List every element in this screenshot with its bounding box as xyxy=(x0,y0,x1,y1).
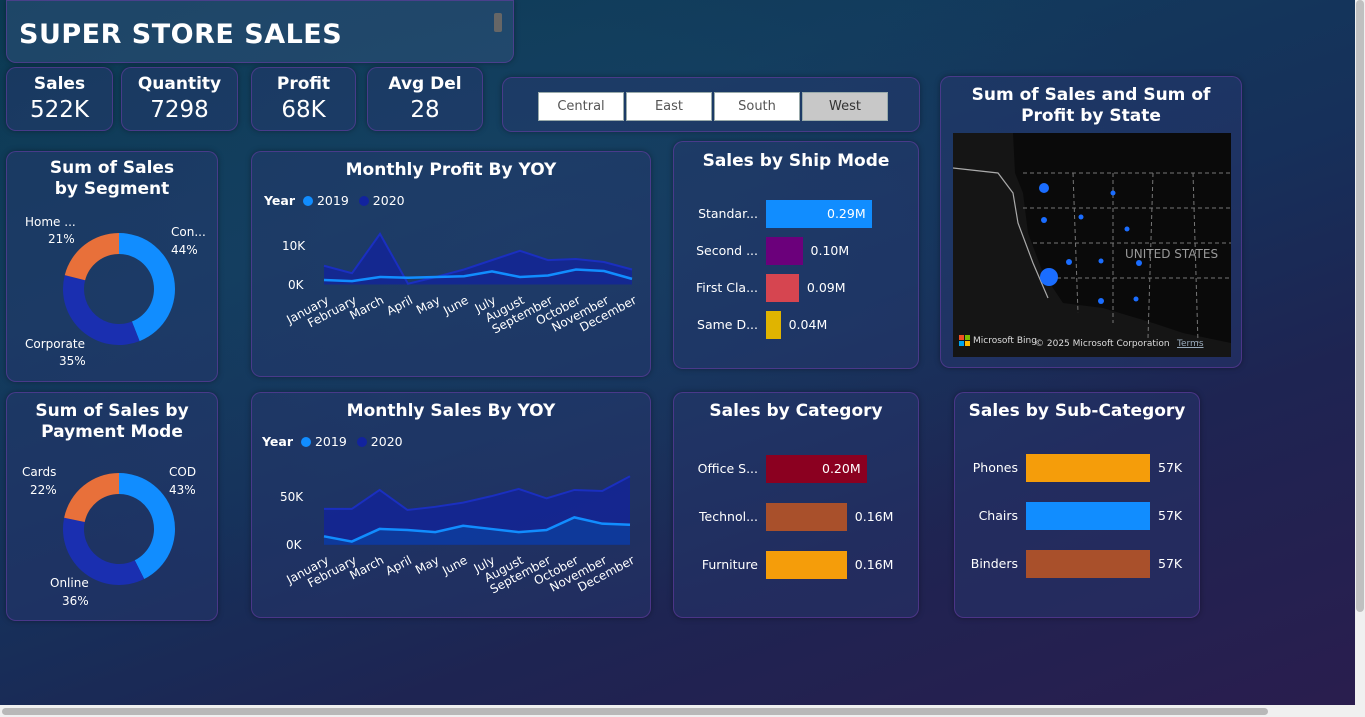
monthly-profit-card: Monthly Profit By YOY Year 2019 2020 10K… xyxy=(251,151,651,377)
bar[interactable] xyxy=(766,551,847,579)
bar-value-label: 0.29M xyxy=(827,206,866,221)
kpi-avg-del-label: Avg Del xyxy=(388,74,462,94)
bar-category-label: Technol... xyxy=(699,509,758,524)
segment-slice-1[interactable] xyxy=(62,275,140,345)
subcategory-title: Sales by Sub-Category xyxy=(968,401,1186,421)
map-bubble[interactable] xyxy=(1124,226,1130,232)
payment-label-online: Online xyxy=(50,576,89,590)
bar-category-label: Phones xyxy=(972,460,1018,475)
microsoft-logo-icon xyxy=(959,335,970,346)
map-copyright: © 2025 Microsoft Corporation xyxy=(1035,339,1170,349)
bar-value-label: 0.16M xyxy=(854,509,894,524)
bar[interactable] xyxy=(766,237,803,265)
payment-label-cod: COD xyxy=(169,465,197,479)
kpi-quantity-card: Quantity 7298 xyxy=(121,67,238,131)
segment-pct-corporate: 35% xyxy=(59,354,86,368)
vertical-scrollbar[interactable] xyxy=(1355,0,1365,717)
payment-donut-svg xyxy=(63,473,176,585)
bar-value-label: 57K xyxy=(1158,508,1183,523)
header-scroll-indicator[interactable] xyxy=(494,13,502,32)
bing-attribution: Microsoft Bing xyxy=(973,335,1037,346)
kpi-quantity-value: 7298 xyxy=(150,97,209,123)
map-title: Sum of Sales and Sum of Profit by State xyxy=(971,85,1211,126)
map-bubble[interactable] xyxy=(1098,258,1104,264)
bar-category-label: Same D... xyxy=(697,317,758,332)
profit-plot xyxy=(323,232,633,285)
kpi-sales-label: Sales xyxy=(33,74,86,94)
bar[interactable] xyxy=(1026,454,1150,482)
bar-value-label: 0.04M xyxy=(788,317,828,332)
map-terms-link[interactable]: Terms xyxy=(1177,339,1204,349)
vertical-scroll-thumb[interactable] xyxy=(1356,0,1364,612)
segment-label-home: Home ... xyxy=(25,215,76,229)
segment-label-consumer: Con... xyxy=(171,225,206,239)
kpi-profit-value: 68K xyxy=(281,97,326,123)
kpi-sales-card: Sales 522K xyxy=(6,67,113,131)
map-card: Sum of Sales and Sum of Profit by State … xyxy=(940,76,1242,368)
category-title: Sales by Category xyxy=(709,401,883,421)
kpi-profit-card: Profit 68K xyxy=(251,67,356,131)
map-bubble[interactable] xyxy=(1110,190,1116,196)
kpi-sales-value: 522K xyxy=(30,97,89,123)
bar[interactable] xyxy=(1026,550,1150,578)
payment-slice-1[interactable] xyxy=(63,517,145,585)
slicer-south[interactable]: South xyxy=(714,92,800,121)
bar-category-label: Furniture xyxy=(701,557,758,572)
bar-value-label: 0.20M xyxy=(822,461,861,476)
kpi-avg-del-value: 28 xyxy=(410,97,440,123)
bar-value-label: 0.16M xyxy=(854,557,894,572)
bar-category-label: Binders xyxy=(970,556,1018,571)
payment-pct-online: 36% xyxy=(62,594,89,608)
bar[interactable] xyxy=(766,503,847,531)
map-bubble[interactable] xyxy=(1040,268,1058,286)
ship-mode-card: Sales by Ship Mode Standar... 0.29M Second… xyxy=(673,141,919,369)
bar[interactable] xyxy=(1026,502,1150,530)
bar[interactable] xyxy=(766,311,781,339)
horizontal-scrollbar[interactable] xyxy=(0,705,1355,717)
bing-logo: Microsoft Bing xyxy=(959,335,1037,346)
payment-label-cards: Cards xyxy=(22,465,57,479)
bar[interactable] xyxy=(766,274,799,302)
segment-donut-card: Sum of Sales by Segment Home ... 21% Con… xyxy=(6,151,218,382)
bar-category-label: Office S... xyxy=(697,461,758,476)
page-title: SUPER STORE SALES xyxy=(19,19,343,50)
map-bubble[interactable] xyxy=(1078,214,1084,220)
bar-category-label: Chairs xyxy=(978,508,1018,523)
bar-value-label: 57K xyxy=(1158,460,1183,475)
segment-label-corporate: Corporate xyxy=(25,337,85,351)
slicer-central[interactable]: Central xyxy=(538,92,624,121)
map-bubble[interactable] xyxy=(1098,298,1104,304)
kpi-avg-del-card: Avg Del 28 xyxy=(367,67,483,131)
map-svg xyxy=(953,133,1231,357)
payment-slice-2[interactable] xyxy=(64,473,119,522)
bar-category-label: First Cla... xyxy=(695,280,758,295)
segment-pct-consumer: 44% xyxy=(171,243,198,257)
bar-category-label: Standar... xyxy=(698,206,758,221)
map-bubble[interactable] xyxy=(1039,183,1049,193)
bar-value-label: 57K xyxy=(1158,556,1183,571)
bar-category-label: Second ... xyxy=(696,243,758,258)
map-canvas[interactable]: UNITED STATES Microsoft Bing © 2025 Micr… xyxy=(953,133,1231,357)
payment-pct-cards: 22% xyxy=(30,483,57,497)
map-bubble[interactable] xyxy=(1041,217,1047,223)
monthly-sales-card: Monthly Sales By YOY Year 2019 2020 50K … xyxy=(251,392,651,618)
slicer-east[interactable]: East xyxy=(626,92,712,121)
header-card: SUPER STORE SALES xyxy=(6,0,514,63)
map-bubble[interactable] xyxy=(1133,296,1139,302)
category-card: Sales by Category Office S... 0.20M Techno… xyxy=(673,392,919,618)
kpi-profit-label: Profit xyxy=(276,74,331,94)
subcategory-card: Sales by Sub-Category Phones 57K Chairs 57K… xyxy=(954,392,1200,618)
map-bubble[interactable] xyxy=(1066,259,1072,265)
slicer-west[interactable]: West xyxy=(802,92,888,121)
horizontal-scroll-thumb[interactable] xyxy=(2,708,1268,715)
payment-donut-card: Sum of Sales by Payment Mode Cards 22% C… xyxy=(6,392,218,621)
bar-value-label: 0.09M xyxy=(806,280,846,295)
map-country-label: UNITED STATES xyxy=(1125,247,1219,261)
payment-pct-cod: 43% xyxy=(169,483,196,497)
bar-value-label: 0.10M xyxy=(810,243,850,258)
kpi-quantity-label: Quantity xyxy=(137,74,222,94)
ship-mode-title: Sales by Ship Mode xyxy=(702,151,890,171)
segment-pct-home: 21% xyxy=(48,232,75,246)
region-slicer: Central East South West xyxy=(502,77,920,132)
